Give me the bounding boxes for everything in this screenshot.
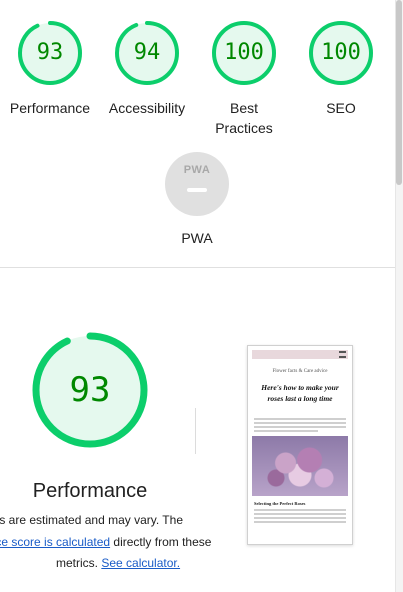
performance-description-line2: ance score is calculated directly from t…	[0, 535, 242, 549]
thumbnail-bouquet-image	[252, 436, 348, 496]
hamburger-menu-icon	[339, 351, 346, 358]
gauge-score: 93	[36, 40, 64, 65]
description-text: metrics.	[56, 556, 102, 570]
vertical-divider	[195, 408, 196, 454]
scrollbar-thumb[interactable]	[396, 0, 402, 185]
gauge-seo[interactable]: 100 SEO	[291, 20, 391, 118]
gauge-label: PWA	[181, 230, 213, 246]
pwa-badge-icon: PWA	[165, 152, 229, 216]
description-text: ues are estimated and may vary. The	[0, 513, 183, 527]
score-calculation-link[interactable]: ance score is calculated	[0, 535, 110, 549]
see-calculator-link[interactable]: See calculator.	[101, 556, 180, 570]
thumbnail-body-text	[254, 509, 346, 523]
gauge-best-practices[interactable]: 100 Best Practices	[194, 20, 294, 138]
gauge-ring: 100	[308, 20, 374, 86]
pwa-badge-text: PWA	[183, 164, 211, 176]
pwa-dash-icon	[187, 188, 207, 192]
gauge-score: 100	[224, 40, 264, 65]
performance-score: 93	[69, 370, 111, 410]
gauge-score: 94	[133, 40, 161, 65]
gauge-pwa[interactable]: PWA PWA	[147, 152, 247, 246]
thumbnail-subheading: Selecting the Perfect Roses	[254, 501, 306, 506]
performance-description-line3: metrics. See calculator.	[56, 556, 256, 570]
gauge-accessibility[interactable]: 94 Accessibility	[97, 20, 197, 118]
gauge-label: SEO	[326, 100, 356, 116]
performance-description-line1: ues are estimated and may vary. The	[0, 513, 206, 527]
gauge-ring: 94	[114, 20, 180, 86]
thumbnail-headline: Here's how to make your roses last a lon…	[261, 383, 339, 403]
page-screenshot-thumbnail[interactable]: Flower facts & Care advice Here's how to…	[247, 345, 353, 545]
thumbnail-nav-bar	[252, 350, 348, 359]
gauge-label: Performance	[9, 100, 91, 116]
thumbnail-body-text	[254, 418, 346, 432]
gauge-label: Best Practices	[215, 100, 273, 136]
section-divider	[0, 267, 395, 268]
gauge-label: Accessibility	[108, 100, 186, 116]
gauge-ring: 100	[211, 20, 277, 86]
gauge-score: 100	[321, 40, 361, 65]
performance-title: Performance	[32, 480, 148, 502]
description-text: directly from these	[110, 535, 212, 549]
gauge-ring: 93	[17, 20, 83, 86]
thumbnail-site-title: Flower facts & Care advice	[272, 369, 328, 374]
gauge-performance[interactable]: 93 Performance	[0, 20, 100, 118]
performance-big-gauge: 93	[30, 330, 150, 450]
